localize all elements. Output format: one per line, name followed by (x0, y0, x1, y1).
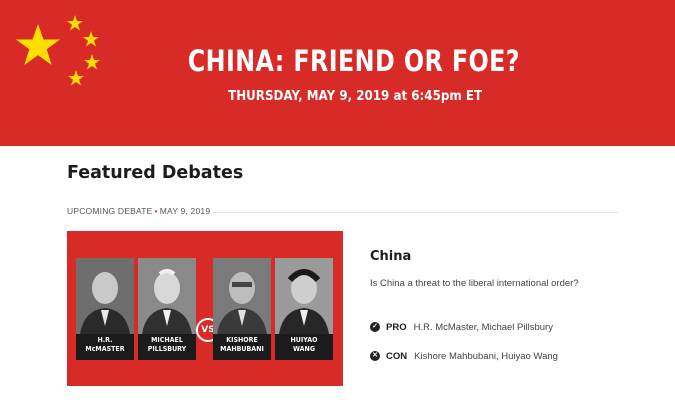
speaker-card: H.R. McMASTER (76, 258, 134, 360)
speaker-photo (213, 258, 271, 334)
check-icon: ✓ (370, 322, 380, 332)
speaker-card: MICHAEL PILLSBURY (138, 258, 196, 360)
section-title: Featured Debates (67, 163, 244, 183)
speaker-name: KISHORE MAHBUBANI (220, 336, 264, 353)
speaker-card: HUIYAO WANG (275, 258, 333, 360)
separator-dot-icon: • (154, 206, 158, 216)
speaker-name: H.R. McMASTER (85, 336, 125, 353)
debate-status-label: UPCOMING DEBATE (67, 206, 153, 216)
con-label: CON (386, 350, 408, 362)
pro-side: ✓ PRO H.R. McMaster, Michael Pillsbury (370, 320, 553, 334)
speaker-name: MICHAEL PILLSBURY (147, 336, 187, 353)
speaker-photo (138, 258, 196, 334)
cross-icon: ✕ (370, 351, 380, 361)
divider (212, 212, 618, 213)
debate-date: MAY 9, 2019 (159, 206, 211, 216)
pro-label: PRO (386, 321, 407, 333)
con-names: Kishore Mahbubani, Huiyao Wang (414, 350, 558, 362)
speaker-photo (76, 258, 134, 334)
banner-title: CHINA: FRIEND OR FOE? (187, 44, 521, 78)
event-banner: CHINA: FRIEND OR FOE? THURSDAY, MAY 9, 2… (0, 0, 675, 146)
speaker-card: KISHORE MAHBUBANI (213, 258, 271, 360)
speaker-name: HUIYAO WANG (290, 336, 318, 353)
debate-meta: UPCOMING DEBATE • MAY 9, 2019 (67, 206, 210, 216)
debate-description: Is China a threat to the liberal interna… (370, 278, 579, 289)
pro-names: H.R. McMaster, Michael Pillsbury (413, 321, 553, 333)
debate-card-image[interactable]: H.R. McMASTER MICHAEL PILLSBURY VS KISHO… (67, 231, 343, 386)
banner-date: THURSDAY, MAY 9, 2019 at 6:45pm ET (228, 88, 483, 104)
debate-title-link[interactable]: China (370, 249, 411, 264)
speaker-photo (275, 258, 333, 334)
con-side: ✕ CON Kishore Mahbubani, Huiyao Wang (370, 349, 558, 363)
